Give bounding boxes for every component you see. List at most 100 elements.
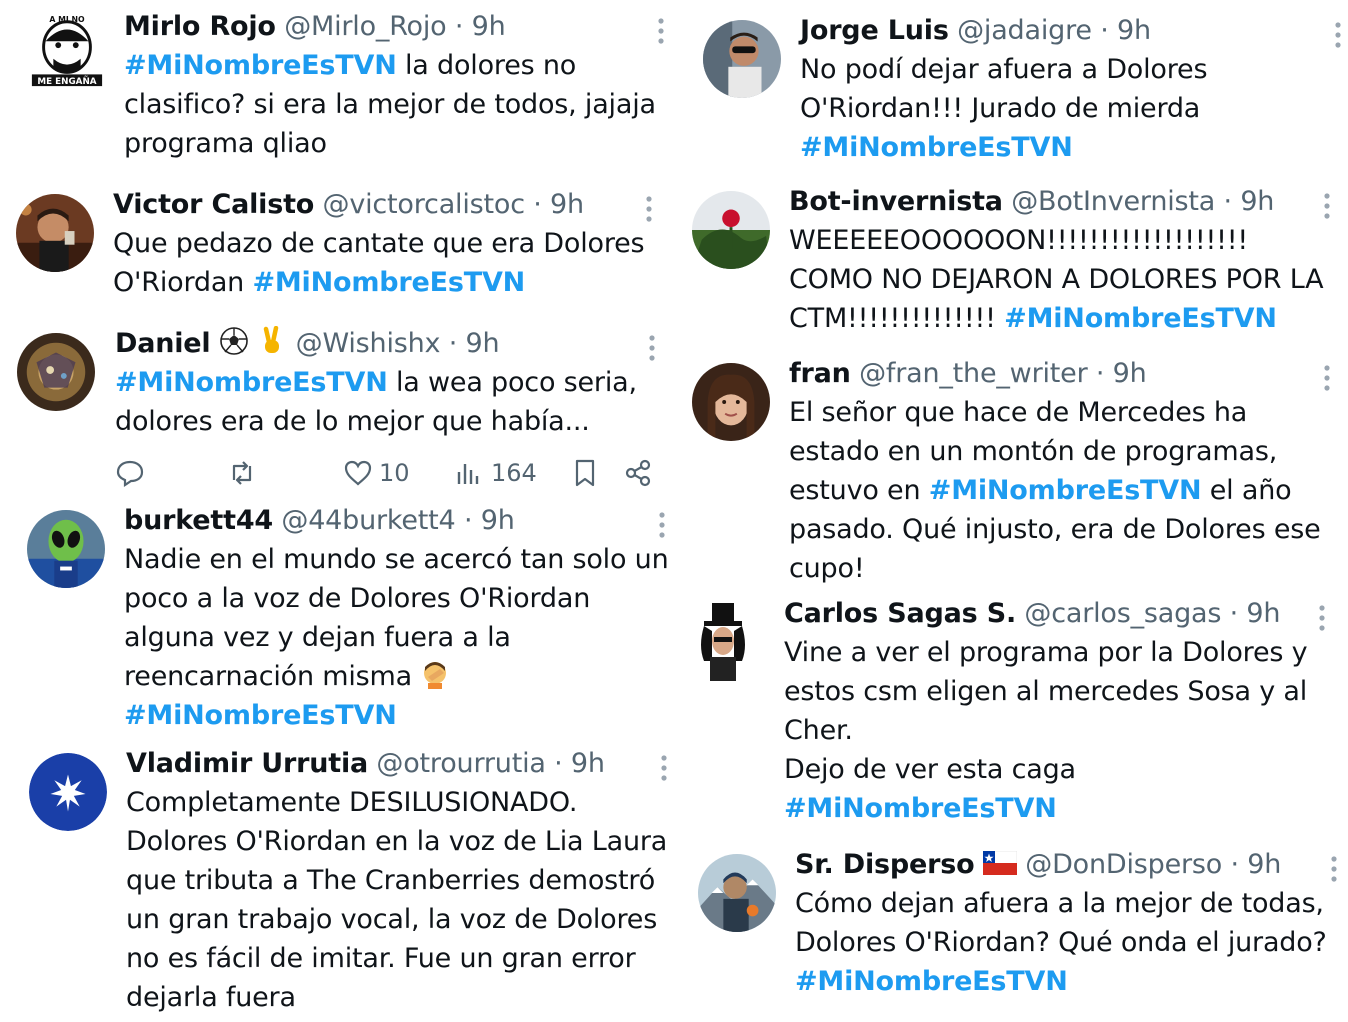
user-handle[interactable]: @Wishishx	[296, 328, 441, 359]
text-line: dejarla fuera	[126, 982, 296, 1013]
views-chart-icon	[457, 464, 479, 484]
text-line: dolores era de lo mejor que había...	[115, 406, 590, 437]
tweet-text: No podí dejar afuera a Dolores O'Riordan…	[800, 50, 1330, 167]
driver-avatar[interactable]	[703, 20, 781, 98]
tweet-bot-invernista[interactable]: Bot-invernista @BotInvernista · 9h WEEEE…	[692, 183, 1343, 343]
more-options-icon[interactable]	[646, 196, 652, 222]
bookmark-button[interactable]	[570, 455, 600, 491]
tweet-victor-calisto[interactable]: Victor Calisto @victorcalistoc · 9h Que …	[16, 186, 666, 306]
hashtag-link[interactable]: #MiNombreEsTVN	[800, 132, 1073, 163]
alien-avatar[interactable]	[27, 510, 105, 588]
like-button[interactable]: 10	[343, 455, 410, 491]
hashtag-link[interactable]: #MiNombreEsTVN	[784, 793, 1057, 824]
separator-dot: ·	[448, 328, 458, 359]
user-handle[interactable]: @jadaigre	[957, 15, 1092, 46]
more-options-icon[interactable]	[658, 18, 664, 44]
timestamp[interactable]: 9h	[1247, 849, 1281, 880]
man-photo-avatar[interactable]	[16, 194, 94, 272]
more-options-icon[interactable]	[1331, 856, 1337, 882]
meme-face-avatar[interactable]: ME ENGAÑA A MI NO	[28, 12, 106, 90]
text-line: WEEEEEOOOOOON!!!!!!!!!!!!!!!!!!!	[789, 225, 1248, 256]
user-handle[interactable]: @fran_the_writer	[859, 358, 1088, 389]
rose-avatar[interactable]	[692, 191, 770, 269]
retweet-button[interactable]	[227, 455, 263, 491]
user-handle[interactable]: @44burkett4	[281, 505, 455, 536]
tweet-jorge-luis[interactable]: Jorge Luis @jadaigre · 9h No podí dejar …	[703, 12, 1343, 182]
user-name[interactable]: Vladimir Urrutia	[126, 748, 368, 779]
text-line: O'Riordan!!! Jurado de mierda	[800, 93, 1201, 124]
separator-dot: ·	[1100, 15, 1109, 46]
hiker-avatar[interactable]	[698, 854, 776, 932]
timestamp[interactable]: 9h	[550, 189, 584, 220]
hashtag-link[interactable]: #MiNombreEsTVN	[124, 700, 397, 731]
separator-dot: ·	[554, 748, 563, 779]
tweet-fran[interactable]: fran @fran_the_writer · 9h El señor que …	[692, 355, 1343, 595]
user-name[interactable]: Sr. Disperso	[795, 849, 975, 880]
text-line: programa qliao	[124, 128, 327, 159]
user-name[interactable]: Daniel	[115, 328, 211, 359]
hashtag-link[interactable]: #MiNombreEsTVN	[1004, 303, 1277, 334]
user-name[interactable]: Carlos Sagas S.	[784, 598, 1016, 629]
text-line: Completamente DESILUSIONADO.	[126, 787, 578, 818]
tweet-header: Daniel @Wishishx · 9h	[115, 325, 655, 363]
tweet-header: burkett44 @44burkett4 · 9h	[124, 502, 669, 540]
more-options-icon[interactable]	[1324, 193, 1330, 219]
star-avatar[interactable]	[29, 753, 107, 831]
tweet-carlos-sagas[interactable]: Carlos Sagas S. @carlos_sagas · 9h Vine …	[692, 595, 1343, 835]
more-options-icon[interactable]	[659, 512, 665, 538]
text-line: Dolores O'Riordan? Qué onda el jurado?	[795, 927, 1327, 958]
tweet-text: Completamente DESILUSIONADO. Dolores O'R…	[126, 783, 671, 1017]
share-button[interactable]	[623, 455, 653, 491]
user-name[interactable]: Bot-invernista	[789, 186, 1003, 217]
more-options-icon[interactable]	[1324, 365, 1330, 391]
separator-dot: ·	[1229, 598, 1239, 629]
reply-button[interactable]	[115, 455, 151, 491]
hashtag-link[interactable]: #MiNombreEsTVN	[124, 50, 397, 81]
user-name[interactable]: burkett44	[124, 505, 273, 536]
more-options-icon[interactable]	[1319, 605, 1325, 631]
timestamp[interactable]: 9h	[571, 748, 605, 779]
tweet-vladimir-urrutia[interactable]: Vladimir Urrutia @otrourrutia · 9h Compl…	[29, 745, 679, 1022]
timestamp[interactable]: 9h	[1117, 15, 1151, 46]
user-handle[interactable]: @BotInvernista	[1011, 186, 1215, 217]
retweet-icon	[232, 461, 252, 485]
tweet-burkett44[interactable]: burkett44 @44burkett4 · 9h Nadie en el m…	[27, 502, 677, 742]
user-handle[interactable]: @otrourrutia	[376, 748, 546, 779]
views-button[interactable]: 164	[455, 455, 537, 491]
top-hat-avatar[interactable]	[692, 601, 754, 681]
user-handle[interactable]: @carlos_sagas	[1024, 598, 1221, 629]
more-options-icon[interactable]	[649, 335, 655, 361]
tweet-text: El señor que hace de Mercedes ha estado …	[789, 393, 1344, 588]
timestamp[interactable]: 9h	[472, 11, 506, 42]
user-handle[interactable]: @DonDisperso	[1025, 849, 1222, 880]
hashtag-link[interactable]: #MiNombreEsTVN	[795, 966, 1068, 997]
text-line: estuvo en	[789, 475, 929, 506]
timestamp[interactable]: 9h	[481, 505, 515, 536]
more-options-icon[interactable]	[661, 755, 667, 781]
woman-avatar[interactable]	[692, 363, 770, 441]
user-handle[interactable]: @victorcalistoc	[323, 189, 526, 220]
text-line: Dejo de ver esta caga	[784, 754, 1076, 785]
user-name[interactable]: fran	[789, 358, 851, 389]
timestamp[interactable]: 9h	[1240, 186, 1274, 217]
text-line: CTM!!!!!!!!!!!!!!	[789, 303, 1005, 334]
user-name[interactable]: Mirlo Rojo	[124, 11, 276, 42]
hashtag-link[interactable]: #MiNombreEsTVN	[252, 267, 525, 298]
separator-dot: ·	[1095, 358, 1105, 389]
text-line: COMO NO DEJARON A DOLORES POR LA	[789, 264, 1324, 295]
more-options-icon[interactable]	[1335, 22, 1341, 48]
user-name[interactable]: Jorge Luis	[800, 15, 949, 46]
hashtag-link[interactable]: #MiNombreEsTVN	[929, 475, 1202, 506]
text-line: Nadie en el mundo se acercó tan solo un	[124, 544, 669, 575]
fantasy-art-avatar[interactable]	[17, 333, 95, 411]
separator-dot: ·	[1223, 186, 1233, 217]
timestamp[interactable]: 9h	[1246, 598, 1280, 629]
tweet-sr-disperso[interactable]: Sr. Disperso @DonDisperso · 9h Cómo deja…	[698, 846, 1343, 1016]
tweet-mirlo-rojo[interactable]: ME ENGAÑA A MI NO Mirlo Rojo @Mirlo_Rojo…	[28, 8, 678, 178]
hashtag-link[interactable]: #MiNombreEsTVN	[115, 367, 388, 398]
timestamp[interactable]: 9h	[1113, 358, 1147, 389]
user-name[interactable]: Victor Calisto	[113, 189, 314, 220]
user-handle[interactable]: @Mirlo_Rojo	[284, 11, 447, 42]
soccer-ball-icon	[219, 326, 249, 356]
timestamp[interactable]: 9h	[465, 328, 499, 359]
